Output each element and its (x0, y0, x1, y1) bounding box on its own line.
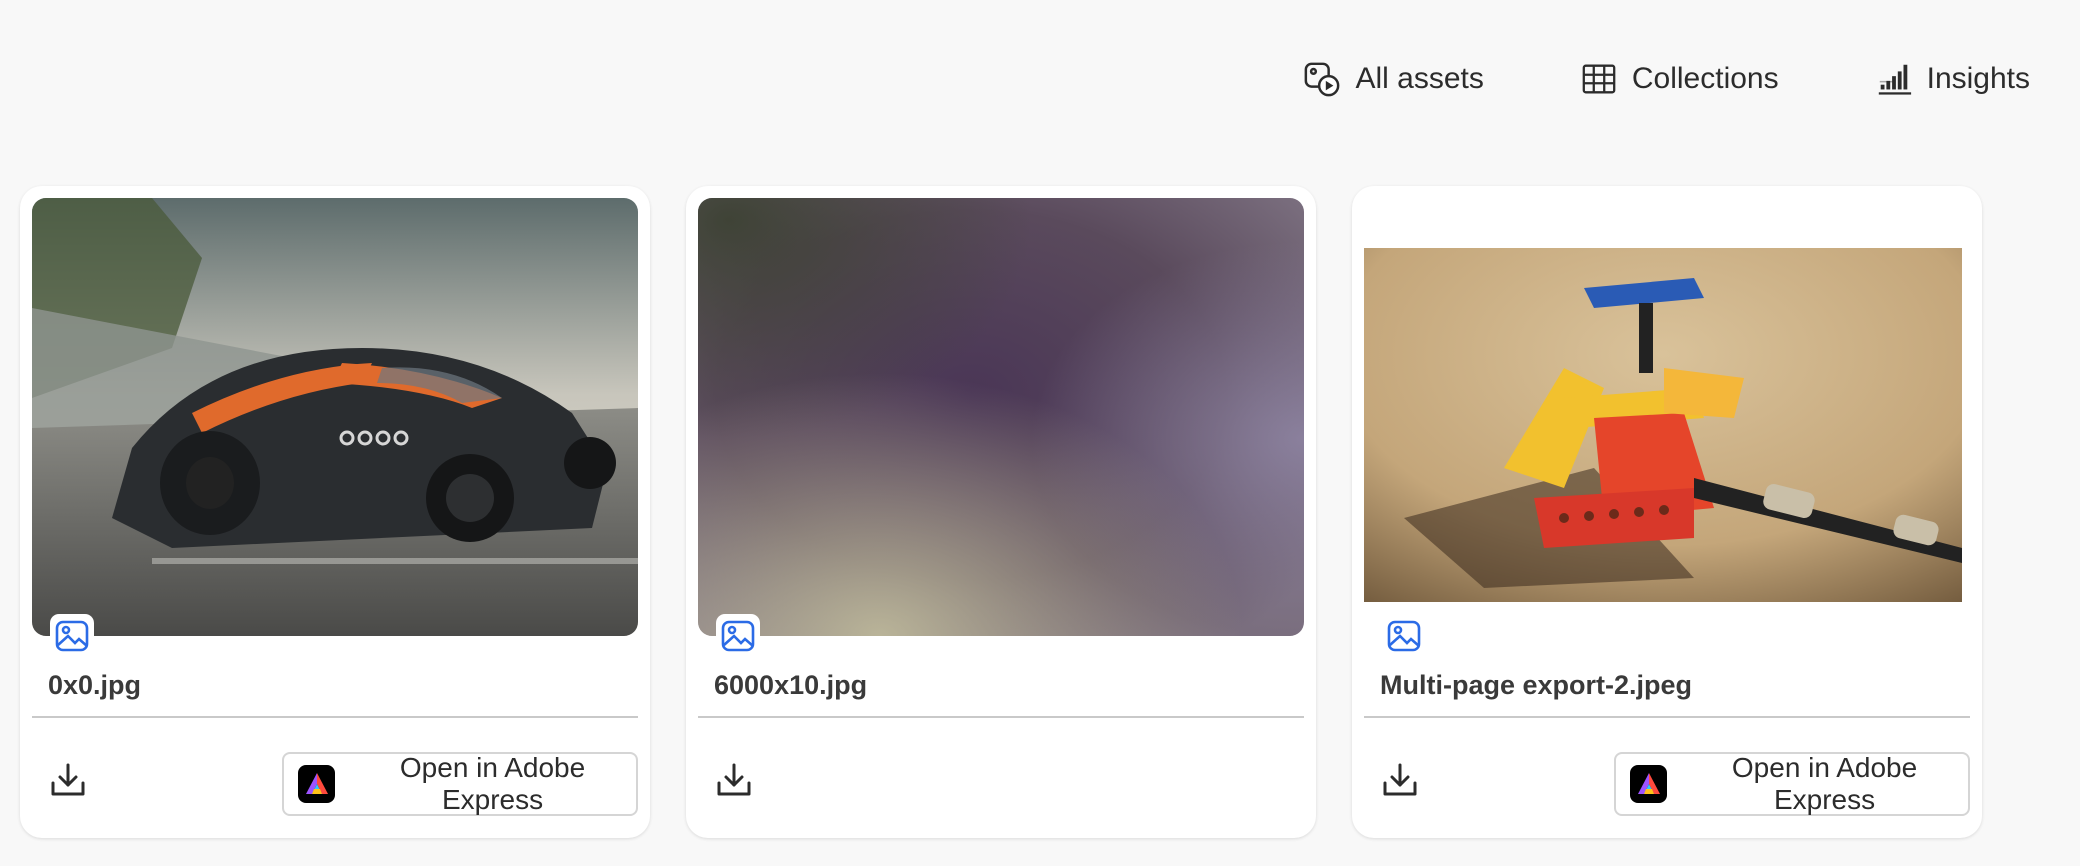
image-type-badge (716, 614, 760, 658)
nav-collections[interactable]: Collections (1580, 60, 1779, 98)
nav-collections-label: Collections (1631, 62, 1779, 95)
nav-all-assets-label: All assets (1355, 62, 1484, 95)
bar-chart-icon (1878, 64, 1911, 95)
download-button[interactable] (1376, 756, 1424, 804)
adobe-express-logo-icon (298, 765, 336, 803)
nav-all-assets[interactable]: All assets (1303, 60, 1484, 98)
card-divider (32, 716, 638, 718)
download-icon (51, 763, 85, 796)
image-icon (1387, 620, 1421, 652)
asset-filename: Multi-page export-2.jpeg (1380, 670, 1693, 700)
card-divider (698, 716, 1304, 718)
asset-card[interactable]: 0x0.jpg Open in Adobe Express (20, 186, 650, 838)
asset-card[interactable]: 6000x10.jpg (686, 186, 1316, 838)
image-type-badge (1382, 614, 1426, 658)
nav-insights[interactable]: Insights (1875, 60, 2030, 98)
image-icon (721, 620, 755, 652)
asset-filename: 6000x10.jpg (714, 670, 868, 700)
download-button[interactable] (44, 756, 92, 804)
image-icon (55, 620, 89, 652)
nav-insights-label: Insights (1926, 62, 2030, 95)
download-icon (717, 763, 751, 796)
download-icon (1383, 763, 1417, 796)
adobe-express-logo-icon (1630, 765, 1668, 803)
grid-icon (1582, 64, 1616, 94)
download-button[interactable] (710, 756, 758, 804)
blurred-gradient-image[interactable] (698, 198, 1304, 636)
asset-filename: 0x0.jpg (48, 670, 142, 700)
open-in-adobe-express-label: Open in Adobe Express (399, 752, 586, 815)
all-assets-icon (1305, 62, 1340, 97)
lego-model-image[interactable] (1364, 248, 1962, 602)
top-nav: All assets Collections Insights (1303, 60, 2030, 98)
open-in-adobe-express-button[interactable]: Open in Adobe Express (282, 752, 638, 816)
image-type-badge (50, 614, 94, 658)
asset-grid: 0x0.jpg Open in Adobe Express 6000x10.jp… (20, 186, 1982, 838)
asset-card[interactable]: Multi-page export-2.jpeg Open in Adobe E… (1352, 186, 1982, 838)
open-in-adobe-express-label: Open in Adobe Express (1731, 752, 1918, 815)
open-in-adobe-express-button[interactable]: Open in Adobe Express (1614, 752, 1970, 816)
card-divider (1364, 716, 1970, 718)
sports-car-image[interactable] (32, 198, 638, 636)
